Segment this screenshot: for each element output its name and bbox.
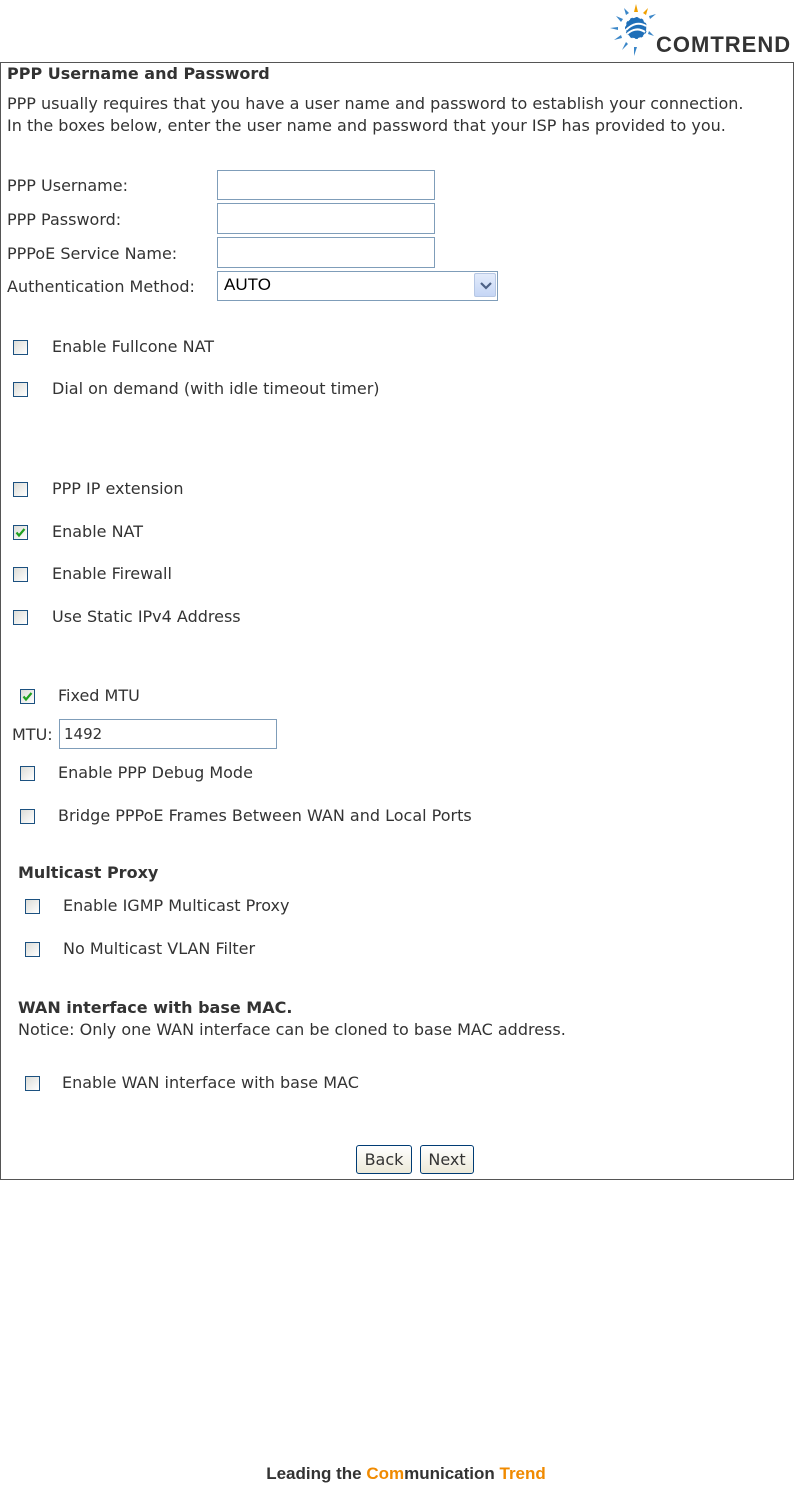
service-name-input[interactable]	[217, 237, 435, 268]
wan-base-mac-checkbox[interactable]	[25, 1076, 40, 1091]
intro-line-2: In the boxes below, enter the user name …	[7, 116, 726, 135]
mtu-input[interactable]	[59, 719, 277, 749]
auth-method-value: AUTO	[224, 275, 271, 294]
tagline-part-1: Leading the	[266, 1464, 367, 1483]
no-multicast-vlan-checkbox[interactable]	[25, 942, 40, 957]
fullcone-nat-checkbox[interactable]	[13, 340, 28, 355]
back-button[interactable]: Back	[356, 1145, 412, 1174]
comtrend-logo: COMTREND	[606, 2, 812, 62]
service-name-label: PPPoE Service Name:	[7, 244, 178, 263]
enable-firewall-checkbox[interactable]	[13, 567, 28, 582]
fixed-mtu-label: Fixed MTU	[58, 686, 140, 705]
igmp-proxy-label: Enable IGMP Multicast Proxy	[63, 896, 290, 915]
bridge-pppoe-label: Bridge PPPoE Frames Between WAN and Loca…	[58, 806, 472, 825]
ppp-debug-checkbox[interactable]	[20, 766, 35, 781]
ppp-debug-label: Enable PPP Debug Mode	[58, 763, 253, 782]
wan-base-mac-label: Enable WAN interface with base MAC	[62, 1073, 359, 1092]
chevron-down-icon	[480, 282, 492, 290]
auth-method-label: Authentication Method:	[7, 277, 195, 296]
tagline-part-4: Trend	[499, 1464, 546, 1483]
username-label: PPP Username:	[7, 176, 128, 195]
checkmark-icon	[15, 528, 26, 538]
fullcone-nat-label: Enable Fullcone NAT	[52, 337, 215, 356]
ppp-ip-extension-checkbox[interactable]	[13, 482, 28, 497]
tagline-part-3: munication	[404, 1464, 500, 1483]
bridge-pppoe-checkbox[interactable]	[20, 809, 35, 824]
enable-nat-checkbox[interactable]	[13, 525, 28, 540]
auth-method-select[interactable]: AUTO	[217, 271, 498, 301]
dial-on-demand-label: Dial on demand (with idle timeout timer)	[52, 379, 380, 398]
password-input[interactable]	[217, 203, 435, 234]
igmp-proxy-checkbox[interactable]	[25, 899, 40, 914]
sunburst-icon	[610, 4, 656, 56]
next-button[interactable]: Next	[420, 1145, 474, 1174]
tagline-part-2: Com	[366, 1464, 405, 1483]
multicast-proxy-heading: Multicast Proxy	[18, 863, 159, 882]
password-label: PPP Password:	[7, 210, 122, 229]
dropdown-arrow[interactable]	[474, 273, 496, 297]
enable-nat-label: Enable NAT	[52, 522, 144, 541]
enable-firewall-label: Enable Firewall	[52, 564, 172, 583]
no-multicast-vlan-label: No Multicast VLAN Filter	[63, 939, 256, 958]
page-title: PPP Username and Password	[7, 64, 270, 83]
checkmark-icon	[22, 692, 33, 702]
ppp-ip-extension-label: PPP IP extension	[52, 479, 184, 498]
static-ipv4-label: Use Static IPv4 Address	[52, 607, 241, 626]
mtu-label: MTU:	[12, 725, 53, 744]
footer-tagline: Leading the Communication Trend	[0, 1464, 812, 1484]
wan-mac-heading: WAN interface with base MAC.	[18, 998, 293, 1017]
fixed-mtu-checkbox[interactable]	[20, 689, 35, 704]
intro-line-1: PPP usually requires that you have a use…	[7, 94, 744, 113]
username-input[interactable]	[217, 170, 435, 200]
wan-mac-notice: Notice: Only one WAN interface can be cl…	[18, 1020, 566, 1039]
brand-name: COMTREND	[656, 32, 792, 57]
static-ipv4-checkbox[interactable]	[13, 610, 28, 625]
dial-on-demand-checkbox[interactable]	[13, 382, 28, 397]
